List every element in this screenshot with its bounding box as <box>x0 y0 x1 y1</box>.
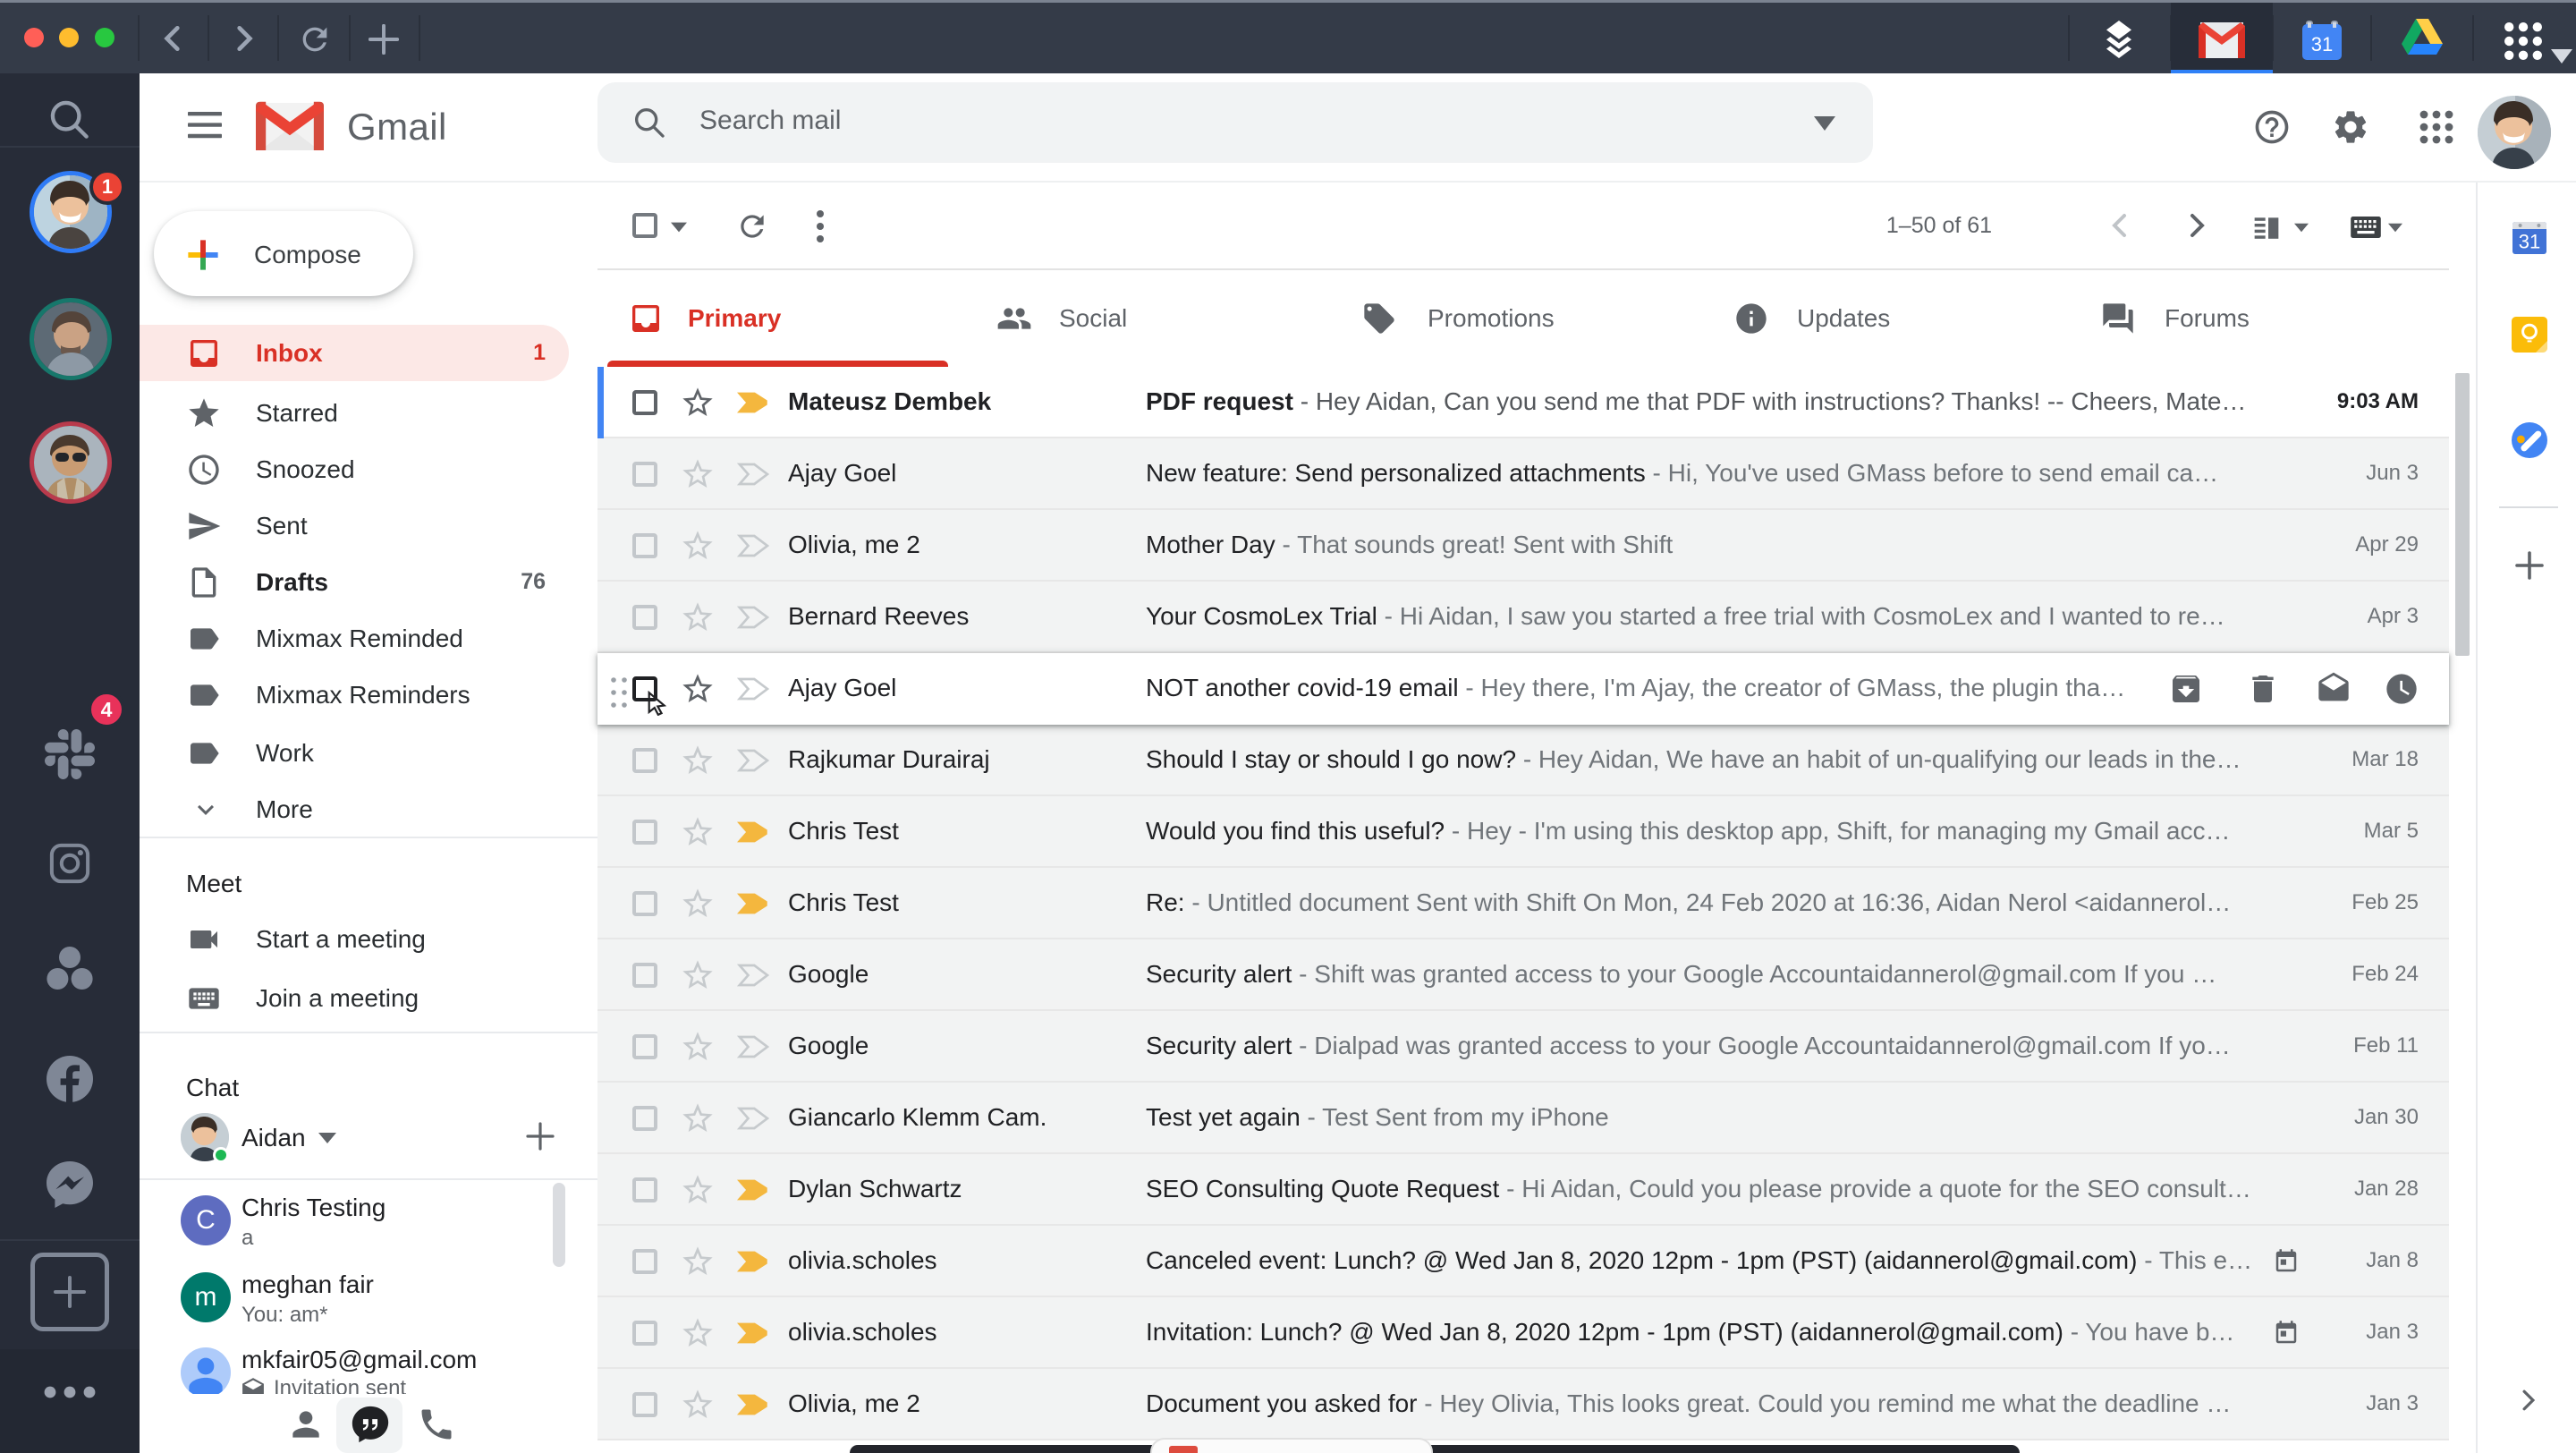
svg-text:31: 31 <box>2519 231 2540 253</box>
svg-text:31: 31 <box>2311 33 2333 55</box>
